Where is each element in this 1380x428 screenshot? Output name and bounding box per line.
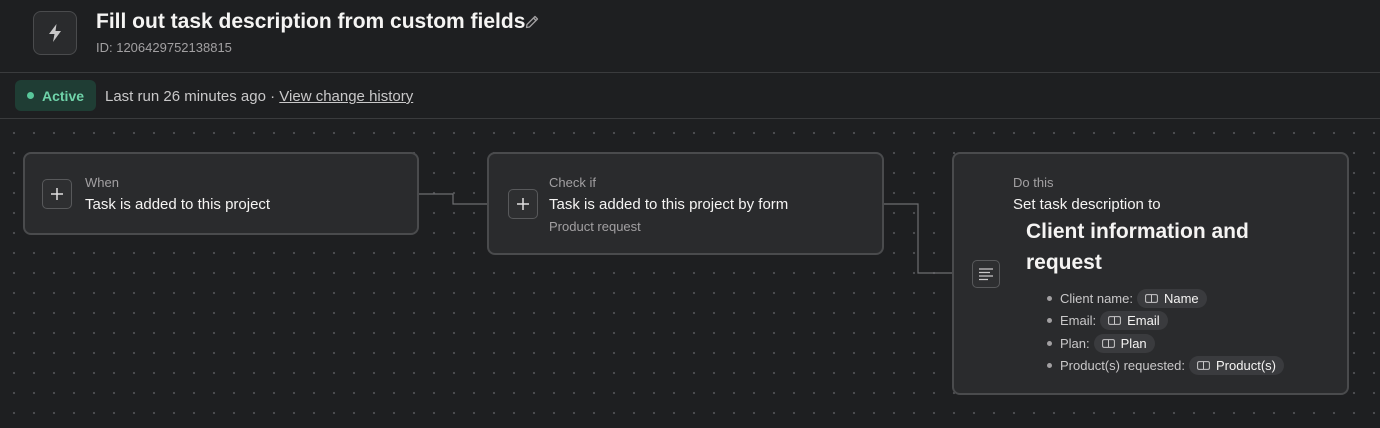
add-condition-button[interactable] [508, 189, 538, 219]
list-item: Product(s) requested: Product(s) [1047, 355, 1284, 378]
status-bar: Active Last run 26 minutes ago · View ch… [0, 73, 1380, 119]
custom-field-chip[interactable]: Product(s) [1189, 356, 1284, 376]
plus-icon [51, 188, 63, 200]
list-item: Plan: Plan [1047, 332, 1284, 355]
lightning-icon [33, 11, 77, 55]
field-label: Client name: [1060, 290, 1133, 306]
condition-kind-label: Check if [549, 175, 596, 190]
custom-field-icon [1101, 338, 1115, 348]
custom-field-icon [1145, 293, 1158, 303]
rule-id: ID: 1206429752138815 [96, 40, 232, 55]
rule-canvas: When Task is added to this project Check… [0, 119, 1380, 428]
condition-card[interactable]: Check if Task is added to this project b… [487, 152, 884, 255]
description-field-list: Client name: Name Email: Email Plan: Pla… [1047, 287, 1284, 377]
status-badge: Active [15, 80, 97, 111]
rule-header: Fill out task description from custom fi… [0, 0, 1380, 73]
description-heading: Client information and request [1026, 220, 1249, 274]
list-item: Email: Email [1047, 310, 1284, 333]
field-label: Product(s) requested: [1060, 358, 1186, 374]
plus-icon [517, 198, 529, 210]
last-run-text: Last run 26 minutes ago · [105, 88, 276, 105]
field-label: Plan: [1060, 335, 1090, 351]
chip-label: Product(s) [1216, 358, 1276, 374]
list-item: Client name: Name [1047, 287, 1284, 310]
custom-field-chip[interactable]: Plan [1093, 333, 1155, 353]
status-dot-icon [27, 92, 34, 99]
last-run-info: Last run 26 minutes ago · View change hi… [105, 88, 413, 105]
field-label: Email: [1060, 313, 1097, 329]
action-kind-label: Do this [1013, 175, 1054, 190]
custom-field-chip[interactable]: Name [1136, 288, 1207, 308]
action-card[interactable]: Do this Set task description to Client i… [952, 152, 1349, 395]
chip-label: Plan [1120, 335, 1147, 351]
action-text: Set task description to [1013, 196, 1161, 213]
chip-label: Email [1127, 313, 1160, 329]
pencil-icon[interactable] [524, 14, 540, 30]
status-badge-label: Active [42, 87, 85, 104]
trigger-text: Task is added to this project [85, 196, 271, 213]
custom-field-icon [1108, 316, 1122, 326]
trigger-card[interactable]: When Task is added to this project [23, 152, 419, 235]
trigger-kind-label: When [85, 175, 119, 190]
add-trigger-button[interactable] [42, 179, 72, 209]
chip-label: Name [1163, 290, 1199, 306]
view-change-history-link[interactable]: View change history [279, 88, 413, 105]
custom-field-icon [1197, 361, 1210, 371]
description-icon [972, 260, 1000, 288]
condition-text: Task is added to this project by form [549, 196, 789, 213]
custom-field-chip[interactable]: Email [1100, 311, 1168, 331]
condition-form-name: Product request [549, 219, 641, 234]
rule-title: Fill out task description from custom fi… [96, 10, 526, 33]
